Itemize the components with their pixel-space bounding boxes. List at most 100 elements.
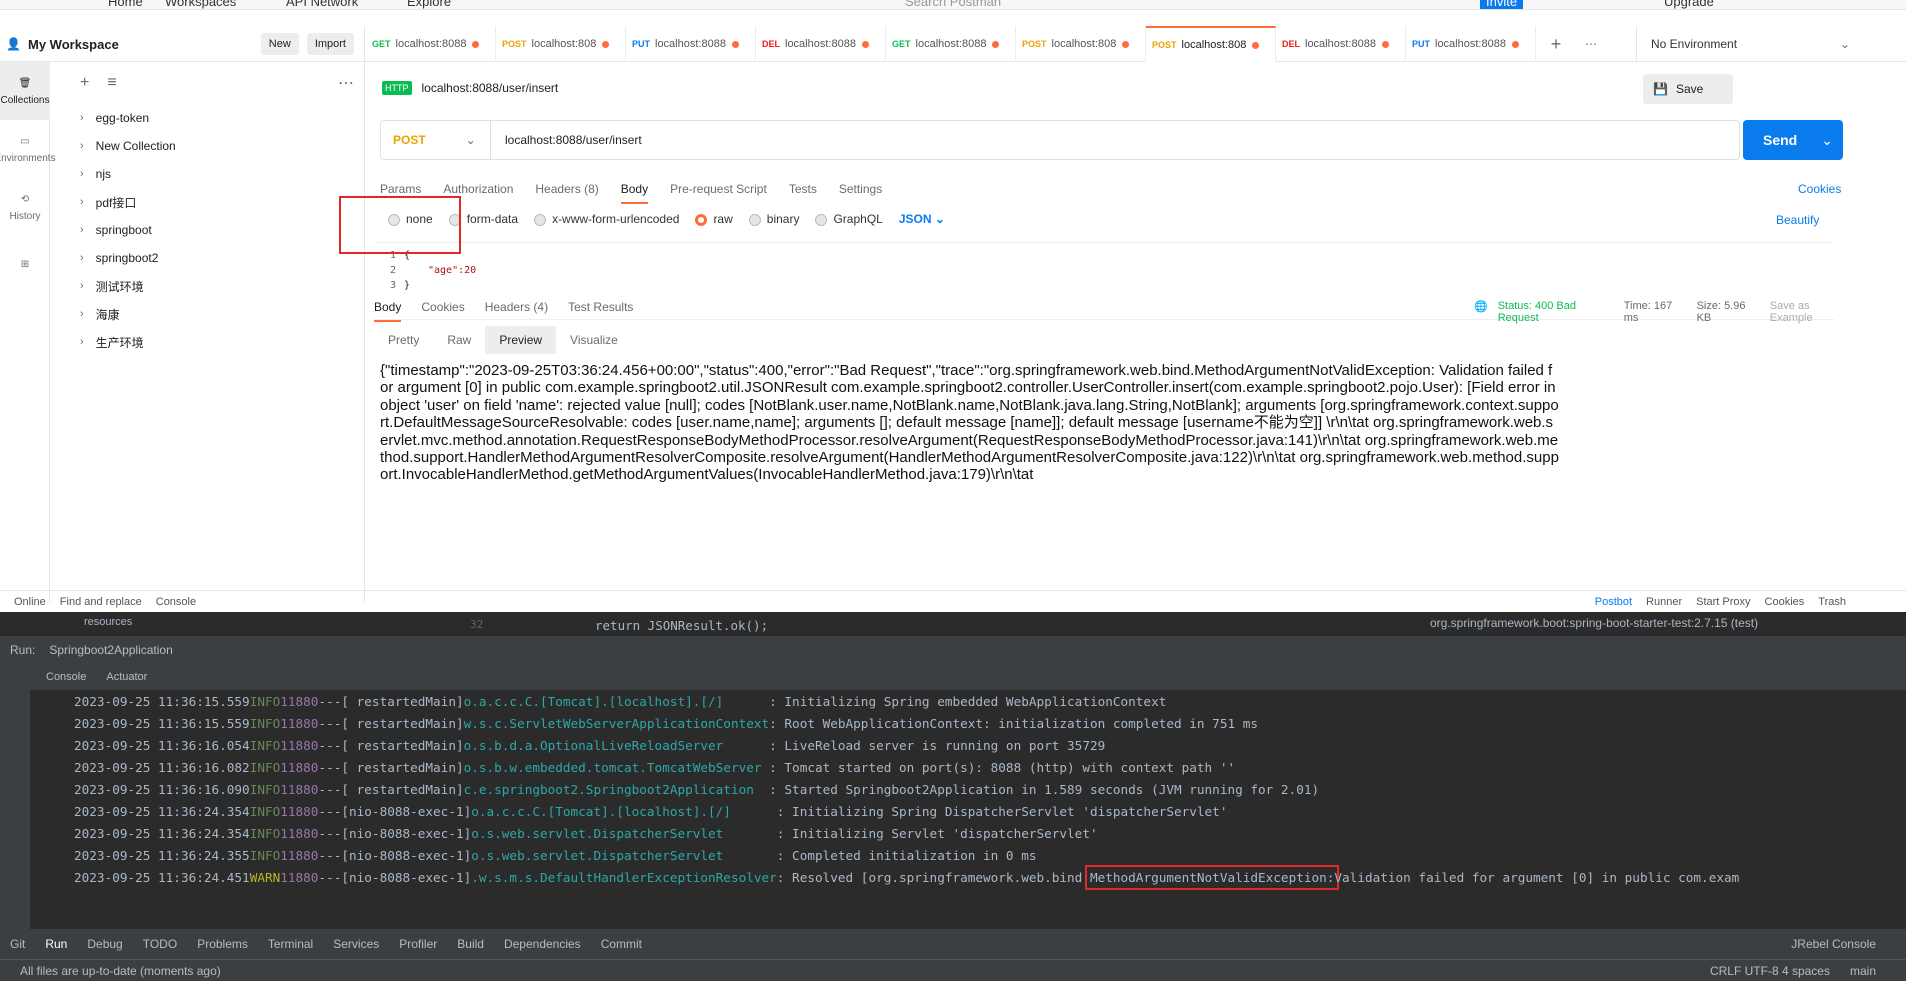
tool-problems[interactable]: Problems — [197, 937, 248, 951]
workspace-header: 👤 My Workspace New Import — [0, 26, 365, 62]
request-tab-active[interactable]: POST localhost:808 — [1146, 26, 1276, 62]
request-tab[interactable]: PUT localhost:8088 — [626, 26, 756, 62]
collection-item[interactable]: › 生产环境 — [50, 328, 364, 356]
collection-item[interactable]: › 海康 — [50, 300, 364, 328]
tool-profiler[interactable]: Profiler — [399, 937, 437, 951]
nav-label: Collections — [0, 94, 50, 106]
save-button[interactable]: 💾 Save — [1643, 74, 1733, 104]
tool-terminal[interactable]: Terminal — [268, 937, 313, 951]
nav-environments[interactable]: ▭ Environments — [0, 120, 56, 178]
upgrade-button[interactable]: Upgrade — [1664, 0, 1714, 9]
tab-body[interactable]: Body — [620, 182, 649, 204]
workspaces-menu[interactable]: Workspaces — [165, 0, 236, 9]
tool-debug[interactable]: Debug — [87, 937, 122, 951]
tool-git[interactable]: Git — [10, 937, 25, 951]
format-select[interactable]: JSON ⌄ — [899, 212, 945, 226]
tab-test-results[interactable]: Test Results — [568, 300, 633, 322]
option-graphql[interactable]: GraphQL — [815, 212, 883, 226]
tab-raw[interactable]: Raw — [433, 326, 485, 354]
tool-dependencies[interactable]: Dependencies — [504, 937, 581, 951]
option-binary[interactable]: binary — [748, 212, 799, 226]
jrebel-console[interactable]: JRebel Console — [1791, 937, 1876, 951]
tool-build[interactable]: Build — [457, 937, 484, 951]
url-input[interactable]: localhost:8088/user/insert — [491, 133, 642, 147]
request-tab[interactable]: POST localhost:808 — [496, 26, 626, 62]
collection-item[interactable]: › egg-token — [50, 104, 364, 132]
trash-button[interactable]: Trash — [1818, 596, 1846, 608]
tab-resp-cookies[interactable]: Cookies — [421, 300, 464, 322]
tool-run[interactable]: Run — [45, 937, 67, 951]
request-tab[interactable]: DEL localhost:8088 — [1276, 26, 1406, 62]
collection-item[interactable]: › springboot — [50, 216, 364, 244]
nav-flows[interactable]: ⊞ — [0, 236, 50, 294]
filter-icon[interactable]: ≡ — [107, 74, 116, 92]
tab-console[interactable]: Console — [46, 671, 86, 683]
request-tab[interactable]: PUT localhost:8088 — [1406, 26, 1536, 62]
environment-select[interactable]: No Environment ⌄ — [1636, 26, 1866, 62]
add-tab-icon[interactable]: + — [1536, 26, 1576, 62]
new-button[interactable]: New — [260, 33, 299, 55]
import-button[interactable]: Import — [306, 33, 354, 55]
response-size: Size: 5.96 KB — [1696, 300, 1746, 324]
git-branch[interactable]: main — [1850, 964, 1876, 978]
postbot-button[interactable]: Postbot — [1595, 596, 1632, 608]
encoding-status[interactable]: CRLF UTF-8 4 spaces — [1710, 964, 1830, 978]
log-level: INFO — [249, 759, 281, 775]
online-status[interactable]: Online — [14, 596, 46, 608]
console-button[interactable]: Console — [156, 596, 196, 608]
runner-button[interactable]: Runner — [1646, 596, 1682, 608]
tab-pretty[interactable]: Pretty — [374, 326, 433, 354]
method-value: POST — [393, 133, 426, 147]
beautify-link[interactable]: Beautify — [1776, 213, 1819, 227]
find-replace-button[interactable]: Find and replace — [60, 596, 142, 608]
tab-visualize[interactable]: Visualize — [556, 326, 632, 354]
cookies-button[interactable]: Cookies — [1765, 596, 1805, 608]
api-network-menu[interactable]: API Network — [286, 0, 358, 9]
tool-commit[interactable]: Commit — [601, 937, 642, 951]
collection-item[interactable]: › 测试环境 — [50, 272, 364, 300]
collection-item[interactable]: › njs — [50, 160, 364, 188]
tab-actuator[interactable]: Actuator — [106, 671, 147, 683]
more-icon[interactable]: ⋯ — [1576, 26, 1606, 62]
tree-item[interactable]: resources — [84, 616, 132, 628]
nav-collections[interactable]: 🗑 Collections — [0, 62, 50, 120]
collection-item[interactable]: › pdf接口 — [50, 188, 364, 216]
response-status: 🌐 Status: 400 Bad Request Time: 167 ms S… — [1474, 300, 1851, 324]
home-link[interactable]: Home — [108, 0, 143, 9]
request-tab[interactable]: POST localhost:808 — [1016, 26, 1146, 62]
more-icon[interactable]: ⋯ — [338, 73, 354, 93]
run-config-tab[interactable]: Springboot2Application — [49, 643, 172, 657]
add-icon[interactable]: + — [80, 74, 89, 92]
request-tab[interactable]: DEL localhost:8088 — [756, 26, 886, 62]
invite-button[interactable]: Invite — [1480, 0, 1524, 9]
search-input[interactable]: Search Postman — [905, 0, 1001, 9]
tab-headers[interactable]: Headers (8) — [535, 182, 598, 204]
method-select[interactable]: POST ⌄ — [381, 121, 491, 159]
collection-item[interactable]: › springboot2 — [50, 244, 364, 272]
tab-preview[interactable]: Preview — [485, 326, 557, 354]
log-timestamp: 2023-09-25 11:36:24.354 — [74, 803, 250, 819]
tool-services[interactable]: Services — [333, 937, 379, 951]
send-button[interactable]: Send ⌄ — [1743, 120, 1843, 160]
tab-resp-headers[interactable]: Headers (4) — [485, 300, 548, 322]
request-tab[interactable]: GET localhost:8088 — [366, 26, 496, 62]
tab-tests[interactable]: Tests — [789, 182, 817, 204]
nav-history[interactable]: ⟲ History — [0, 178, 50, 236]
tab-resp-body[interactable]: Body — [374, 300, 402, 322]
cookies-link[interactable]: Cookies — [1798, 182, 1841, 196]
option-urlencoded[interactable]: x-www-form-urlencoded — [534, 212, 679, 226]
tool-todo[interactable]: TODO — [143, 937, 177, 951]
collection-item[interactable]: › New Collection — [50, 132, 364, 160]
explore-link[interactable]: Explore — [407, 0, 451, 9]
log-message: Validation failed for argument [0] in pu… — [1334, 869, 1740, 885]
log-timestamp: 2023-09-25 11:36:16.082 — [74, 759, 250, 775]
option-label: form-data — [466, 212, 519, 226]
tab-pre-request-script[interactable]: Pre-request Script — [670, 182, 767, 204]
tab-settings[interactable]: Settings — [839, 182, 882, 204]
start-proxy-button[interactable]: Start Proxy — [1696, 596, 1750, 608]
dependency-item[interactable]: org.springframework.boot:spring-boot-sta… — [1430, 616, 1758, 630]
unsaved-dot — [1122, 40, 1130, 48]
option-raw[interactable]: raw — [695, 212, 733, 226]
save-as-example-button[interactable]: Save as Example — [1770, 300, 1851, 324]
request-tab[interactable]: GET localhost:8088 — [886, 26, 1016, 62]
